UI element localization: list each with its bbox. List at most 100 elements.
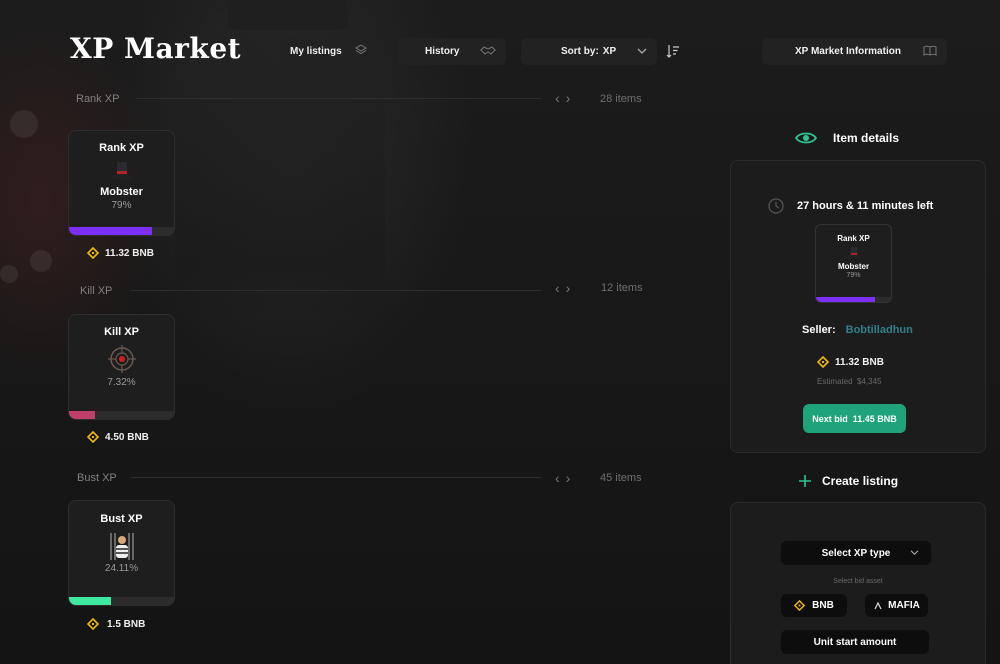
detail-card-name: Mobster <box>837 262 870 271</box>
section-label-kill-xp: Kill XP <box>80 285 113 297</box>
listing-price: 1.5 BNB <box>86 617 146 631</box>
detail-price-value: 11.32 BNB <box>835 356 884 368</box>
xp-progress-fill <box>69 411 95 419</box>
detail-progress-bar <box>816 297 891 302</box>
asset-bnb-label: BNB <box>812 600 834 611</box>
next-bid-button[interactable]: Next bid 11.45 BNB <box>803 404 906 433</box>
xp-market-info-label: XP Market Information <box>795 46 901 57</box>
xp-card-kill[interactable]: Kill XP 7.32% <box>68 314 175 420</box>
section-item-count: 45 items <box>600 472 642 484</box>
xp-type-select-label: Select XP type <box>821 547 891 559</box>
time-left-row: 27 hours & 11 minutes left <box>768 198 933 214</box>
card-percent: 24.11% <box>104 563 139 574</box>
sort-value: XP <box>602 46 617 57</box>
hat-silhouette <box>228 0 348 30</box>
bnb-icon <box>86 617 100 631</box>
xp-progress-fill <box>69 227 152 235</box>
detail-card-percent: 79% <box>846 272 861 279</box>
unit-start-amount-input[interactable]: Unit start amount <box>781 630 929 654</box>
xp-type-select[interactable]: Select XP type <box>781 541 931 565</box>
xp-card-bust[interactable]: Bust XP 24.11% <box>68 500 175 606</box>
history-label: History <box>425 46 460 57</box>
plus-icon <box>799 475 811 487</box>
xp-card-rank[interactable]: Rank XP Mobster 79% <box>68 130 175 236</box>
price-value: 11.32 BNB <box>105 247 154 259</box>
seller-row: Seller: Bobtilladhun <box>802 324 913 336</box>
sort-label: Sort by: <box>561 46 599 57</box>
chevron-left-icon[interactable]: ‹ <box>555 470 566 486</box>
asset-bnb-button[interactable]: BNB <box>781 594 847 617</box>
bnb-icon <box>86 246 100 260</box>
sort-order-icon[interactable] <box>666 44 680 63</box>
create-listing-heading: Create listing <box>799 474 898 488</box>
chevron-left-icon[interactable]: ‹ <box>555 280 566 296</box>
bokeh-light <box>0 265 18 283</box>
price-value: 1.5 BNB <box>107 618 146 630</box>
book-icon <box>923 45 937 59</box>
bokeh-light <box>30 250 52 272</box>
bokeh-light <box>10 110 38 138</box>
chevron-right-icon[interactable]: › <box>566 280 577 296</box>
section-item-count: 28 items <box>600 93 642 105</box>
estimated-value: Estimated $4,345 <box>817 377 882 386</box>
card-title: Bust XP <box>100 513 143 525</box>
card-title: Kill XP <box>104 326 139 338</box>
my-listings-button[interactable]: My listings <box>280 38 377 65</box>
section-item-count: 12 items <box>601 282 643 294</box>
bid-asset-label: Select bid asset <box>833 578 883 585</box>
chevron-right-icon[interactable]: › <box>566 470 577 486</box>
detail-card-title: Rank XP <box>837 234 870 243</box>
listing-price: 11.32 BNB <box>86 246 154 260</box>
eye-icon <box>795 131 817 145</box>
handshake-icon <box>480 44 496 59</box>
top-hat-icon <box>847 246 861 260</box>
xp-market-info-button[interactable]: XP Market Information <box>762 38 947 65</box>
xp-progress-bar <box>69 227 174 235</box>
page-title: XP Market <box>70 32 242 65</box>
asset-mafia-button[interactable]: MAFIA <box>865 594 928 617</box>
section-pager[interactable]: ‹› <box>555 280 576 296</box>
section-pager[interactable]: ‹› <box>555 90 576 106</box>
history-button[interactable]: History <box>397 38 506 65</box>
crosshair-icon <box>107 342 137 376</box>
bnb-icon <box>794 599 806 612</box>
clock-icon <box>768 198 784 214</box>
my-listings-label: My listings <box>290 46 342 57</box>
bnb-icon <box>86 430 100 444</box>
section-label-rank-xp: Rank XP <box>76 93 120 105</box>
section-divider <box>131 477 541 478</box>
section-label-bust-xp: Bust XP <box>77 472 117 484</box>
detail-price: 11.32 BNB <box>816 355 884 369</box>
seller-link[interactable]: Bobtilladhun <box>846 324 913 336</box>
chevron-left-icon[interactable]: ‹ <box>555 90 566 106</box>
section-pager[interactable]: ‹› <box>555 470 576 486</box>
item-details-title: Item details <box>833 131 900 145</box>
card-rank-name: Mobster <box>100 186 143 198</box>
price-value: 4.50 BNB <box>105 431 149 443</box>
prisoner-icon <box>108 529 136 563</box>
detail-xp-card: Rank XP Mobster 79% <box>815 224 892 303</box>
create-listing-title: Create listing <box>822 474 899 488</box>
card-percent: 7.32% <box>107 377 136 388</box>
bnb-icon <box>816 355 830 369</box>
top-hat-icon <box>111 158 133 184</box>
create-listing-panel: Select XP type Select bid asset BNB MAFI… <box>730 502 986 664</box>
item-details-heading: Item details <box>795 131 899 145</box>
xp-progress-bar <box>69 411 174 419</box>
section-divider <box>136 98 541 99</box>
listing-price: 4.50 BNB <box>86 430 149 444</box>
item-details-panel: 27 hours & 11 minutes left Rank XP Mobst… <box>730 160 986 453</box>
xp-progress-fill <box>69 597 111 605</box>
detail-progress-fill <box>816 297 876 302</box>
mafia-token-icon <box>873 601 883 611</box>
card-percent: 79% <box>111 200 132 211</box>
time-left-text: 27 hours & 11 minutes left <box>797 200 934 212</box>
layers-icon <box>355 44 367 59</box>
sort-select[interactable]: Sort by: XP <box>521 38 657 65</box>
xp-progress-bar <box>69 597 174 605</box>
seller-label: Seller: <box>802 324 836 336</box>
card-title: Rank XP <box>99 142 144 154</box>
section-divider <box>131 290 541 291</box>
chevron-right-icon[interactable]: › <box>566 90 577 106</box>
asset-mafia-label: MAFIA <box>888 600 920 611</box>
